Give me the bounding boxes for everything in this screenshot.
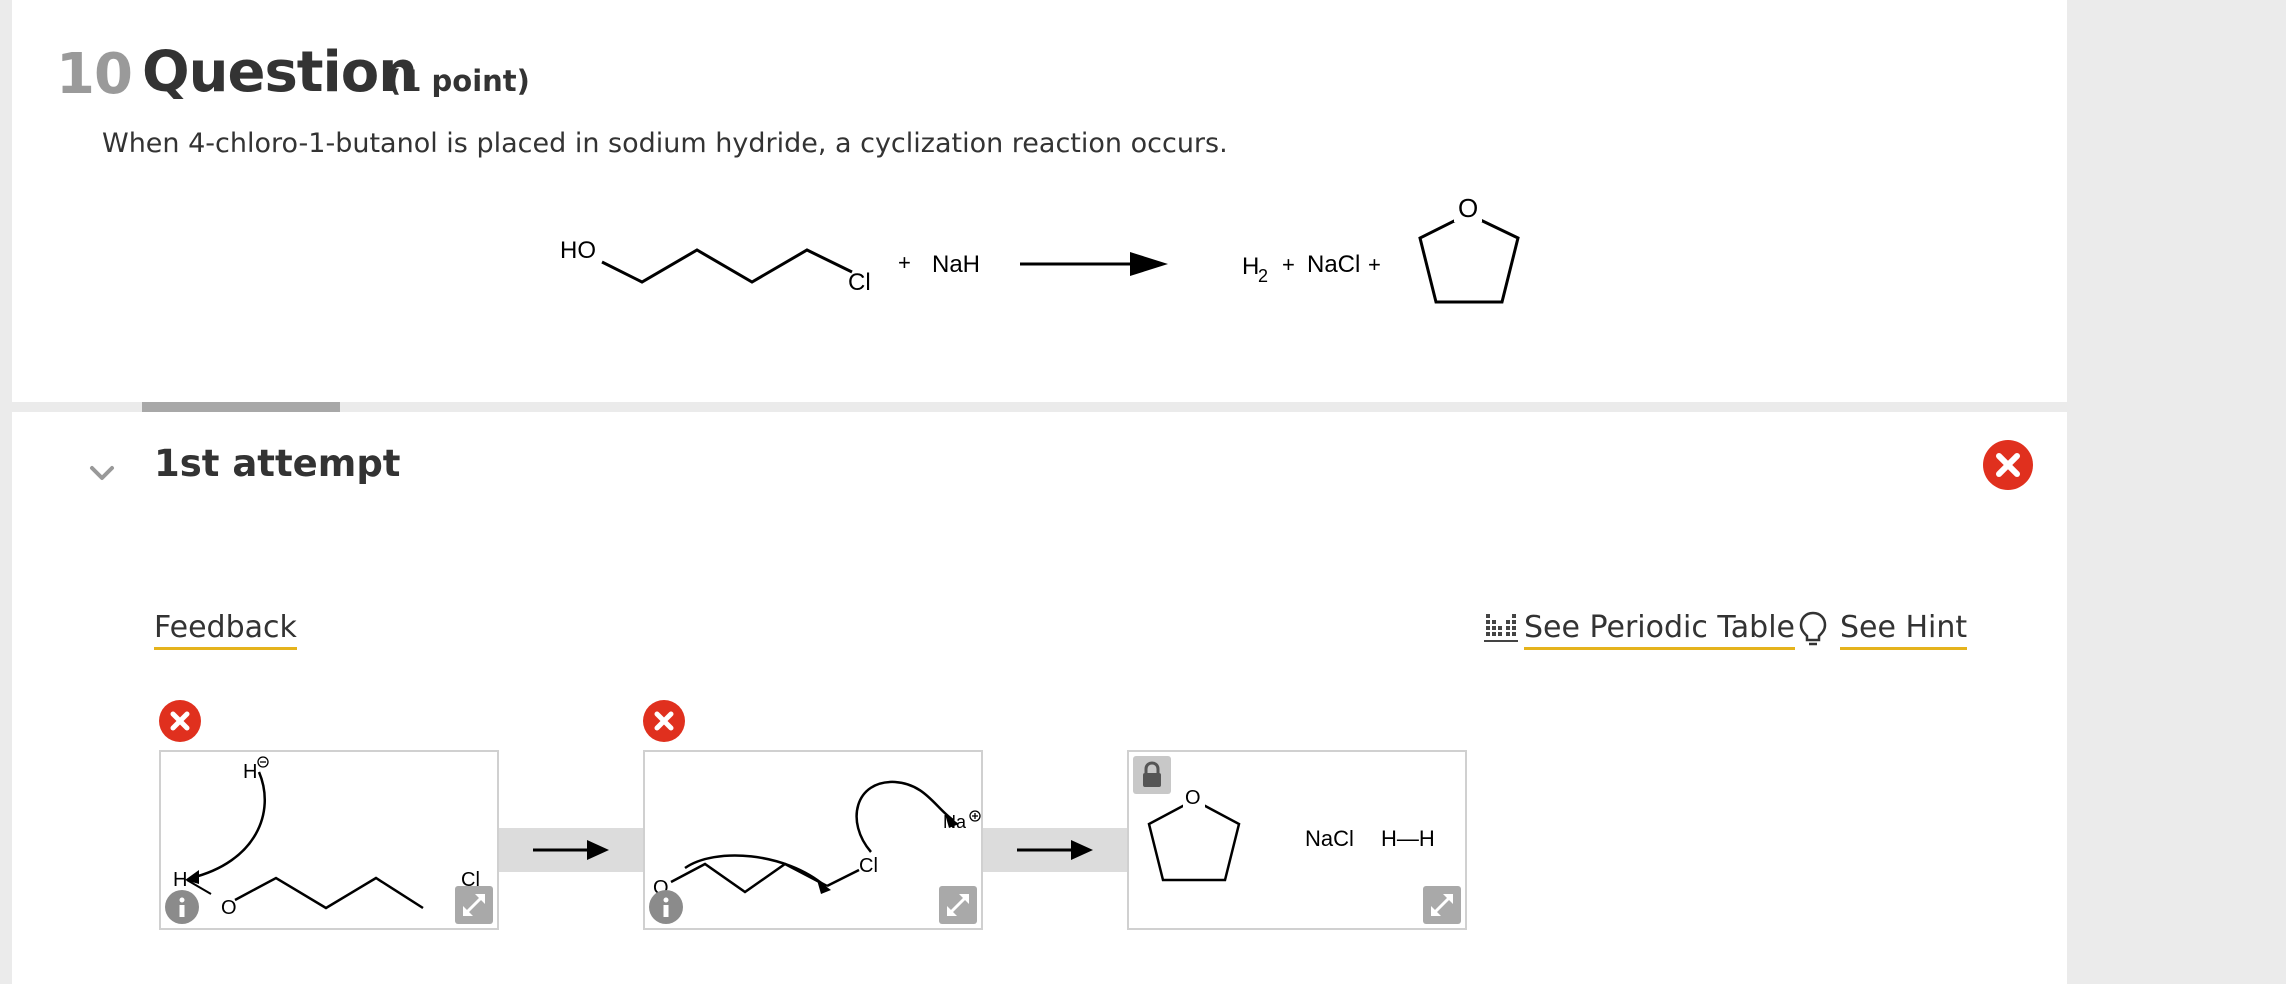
step-3-ring-oxygen: O xyxy=(1185,787,1201,809)
attempt-card: 1st attempt Feedback See Periodic Table … xyxy=(12,412,2067,984)
periodic-table-icon xyxy=(1484,614,1518,642)
info-icon[interactable] xyxy=(165,890,199,924)
close-icon[interactable] xyxy=(1983,440,2033,490)
step-3-hydrogen-gas: H—H xyxy=(1381,826,1435,851)
reaction-ho-label: HO xyxy=(560,237,596,264)
question-text: When 4-chloro-1-butanol is placed in sod… xyxy=(102,128,1228,159)
step-1-oxygen: O xyxy=(221,897,237,919)
question-title: Question xyxy=(142,40,418,105)
mechanism-step-3[interactable]: O NaCl H—H xyxy=(1127,750,1467,930)
step-2-sodium: Na xyxy=(943,812,967,832)
step-2-drawing: O Cl Na xyxy=(653,780,981,899)
info-icon[interactable] xyxy=(649,890,683,924)
lightbulb-icon xyxy=(1799,611,1827,646)
reaction-cl-label: Cl xyxy=(848,269,871,296)
feedback-link[interactable]: Feedback xyxy=(154,610,297,650)
expand-icon[interactable] xyxy=(455,886,493,924)
attempt-title: 1st attempt xyxy=(154,442,401,485)
reaction-nacl-label: NaCl xyxy=(1307,251,1360,278)
step-1-error-badge[interactable] xyxy=(159,700,201,742)
expand-icon[interactable] xyxy=(1423,886,1461,924)
see-hint-link[interactable]: See Hint xyxy=(1840,610,1968,650)
mechanism-step-1[interactable]: H H O Cl xyxy=(159,750,499,930)
step-3-nacl: NaCl xyxy=(1305,826,1354,851)
attempt-progress-tab xyxy=(142,402,340,412)
step-2-chlorine: Cl xyxy=(859,855,878,877)
chevron-down-icon[interactable] xyxy=(82,454,122,494)
step-connector-1 xyxy=(499,828,644,872)
expand-icon[interactable] xyxy=(939,886,977,924)
question-points: (1 point) xyxy=(388,64,530,98)
step-connector-2 xyxy=(983,828,1128,872)
reaction-ring-oxygen: O xyxy=(1458,193,1478,223)
reaction-reagent: NaH xyxy=(932,251,980,278)
reaction-h2-label: H xyxy=(1242,253,1259,280)
reaction-plus-3: + xyxy=(1368,252,1381,277)
reaction-plus-2: + xyxy=(1282,252,1295,277)
reaction-h2-subscript: 2 xyxy=(1258,266,1268,286)
arrow-right-icon xyxy=(1017,840,1093,860)
arrow-right-icon xyxy=(533,840,609,860)
reaction-scheme: HO Cl + NaH H 2 + NaCl + O xyxy=(560,192,1520,304)
reaction-plus-1: + xyxy=(898,250,911,275)
see-periodic-table-link[interactable]: See Periodic Table xyxy=(1524,610,1795,650)
step-1-drawing: H H O Cl xyxy=(173,756,480,919)
step-1-hydride-h: H xyxy=(243,761,257,783)
step-1-proton-h: H xyxy=(173,869,187,891)
question-number: 10 xyxy=(56,42,133,107)
step-2-error-badge[interactable] xyxy=(643,700,685,742)
question-card: 10 Question (1 point) When 4-chloro-1-bu… xyxy=(12,0,2067,402)
mechanism-step-2[interactable]: O Cl Na xyxy=(643,750,983,930)
